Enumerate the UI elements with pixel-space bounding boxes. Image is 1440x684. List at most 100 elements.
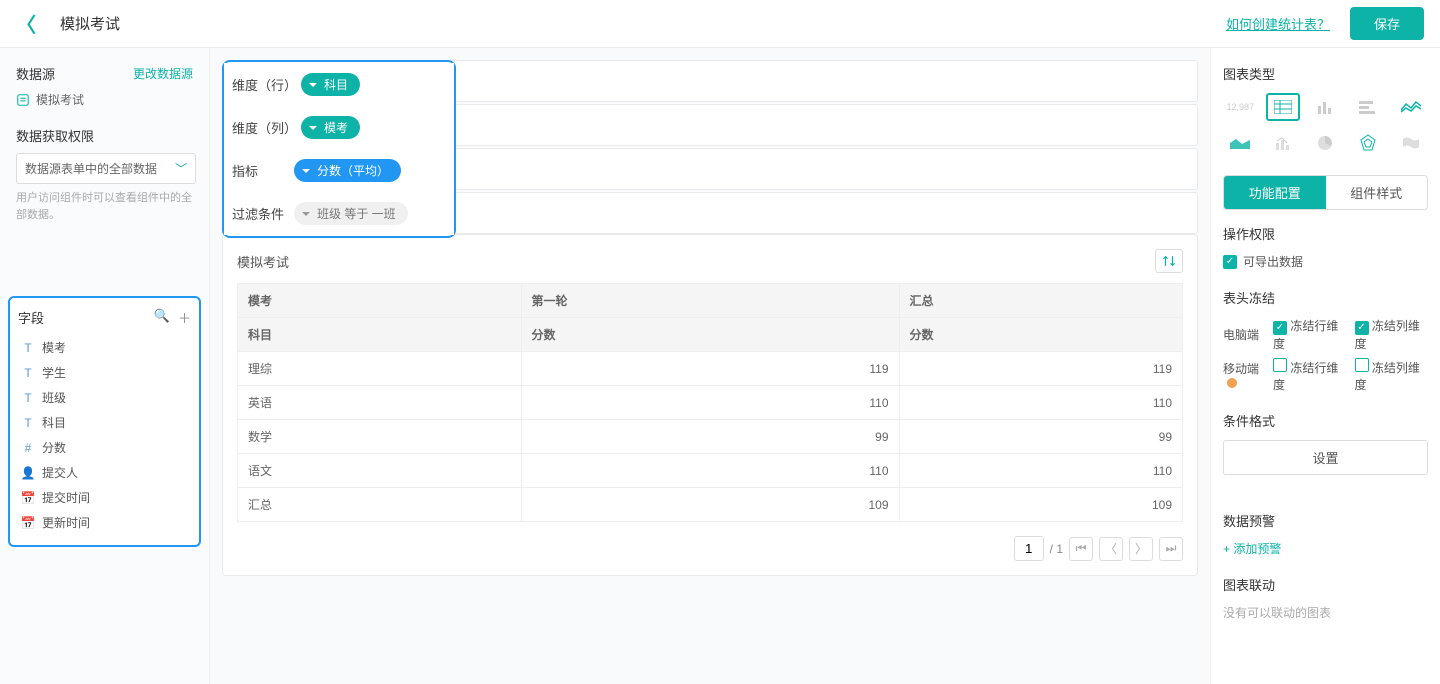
calendar-field-icon: 📅 (20, 516, 36, 530)
datasource-heading-label: 数据源 (16, 64, 55, 83)
add-field-icon[interactable]: ＋ (178, 308, 191, 327)
config-row-metric[interactable]: 指标 分数（平均） (224, 149, 454, 192)
field-label: 提交时间 (42, 489, 90, 506)
th: 科目 (238, 318, 522, 352)
filter-pill[interactable]: 班级 等于 一班 (294, 202, 408, 225)
field-label: 模考 (42, 339, 66, 356)
td: 119 (521, 352, 899, 386)
td: 语文 (238, 454, 522, 488)
tab-component-style[interactable]: 组件样式 (1326, 176, 1428, 209)
preview-card: 模拟考试 模考 第一轮 汇总 科目 分数 分数 (222, 234, 1198, 576)
field-label: 科目 (42, 414, 66, 431)
freeze-grid: 电脑端 ✓ 冻结行维度 ✓ 冻结列维度 移动端 冻结行维度 冻结列维度 (1223, 317, 1428, 393)
calendar-field-icon: 📅 (20, 491, 36, 505)
td: 109 (521, 488, 899, 522)
field-item[interactable]: T学生 (18, 360, 191, 385)
td: 99 (521, 420, 899, 454)
pager-current-input[interactable] (1014, 536, 1044, 561)
fields-panel: 字段 🔍 ＋ T模考 T学生 T班级 T科目 #分数 👤提交人 📅提交时间 📅更… (8, 296, 201, 547)
change-datasource-link[interactable]: 更改数据源 (133, 65, 193, 82)
config-row-dim-col[interactable]: 维度（列） 模考 (224, 106, 454, 149)
chart-type-table-icon[interactable] (1266, 93, 1301, 121)
td: 119 (899, 352, 1183, 386)
th: 分数 (521, 318, 899, 352)
field-item[interactable]: 👤提交人 (18, 460, 191, 485)
help-link[interactable]: 如何创建统计表？ (1226, 14, 1330, 33)
pager-first-icon[interactable]: ⏮ (1069, 537, 1093, 561)
chart-type-map-icon[interactable] (1393, 129, 1428, 157)
td: 110 (521, 454, 899, 488)
sort-button[interactable] (1155, 249, 1183, 273)
pager-last-icon[interactable]: ⏭ (1159, 537, 1183, 561)
pill-text: 班级 等于 一班 (317, 205, 396, 222)
th: 第一轮 (521, 284, 899, 318)
chart-type-number-icon[interactable]: 12,987 (1223, 93, 1258, 121)
export-data-label: 可导出数据 (1243, 253, 1303, 270)
freeze-pc-row-checkbox[interactable]: ✓ 冻结行维度 (1273, 317, 1347, 352)
warning-dot-icon (1227, 378, 1237, 388)
chart-type-line-icon[interactable] (1393, 93, 1428, 121)
field-label: 提交人 (42, 464, 78, 481)
field-item[interactable]: #分数 (18, 435, 191, 460)
tab-function-config[interactable]: 功能配置 (1224, 176, 1326, 209)
sort-icon (1162, 254, 1176, 268)
permission-select[interactable]: 数据源表单中的全部数据 ﹀ (16, 153, 196, 184)
text-field-icon: T (20, 416, 36, 430)
back-icon[interactable]: 〈 (16, 9, 36, 38)
chart-type-grid: 12,987 (1223, 93, 1428, 157)
td: 英语 (238, 386, 522, 420)
text-field-icon: T (20, 391, 36, 405)
td: 汇总 (238, 488, 522, 522)
datasource-item[interactable]: 模拟考试 (16, 91, 193, 108)
field-item[interactable]: 📅更新时间 (18, 510, 191, 535)
field-item[interactable]: T 班级 (18, 385, 191, 410)
cond-format-set-button[interactable]: 设置 (1223, 440, 1428, 475)
chart-type-area-icon[interactable] (1223, 129, 1258, 157)
alert-heading: 数据预警 (1223, 511, 1428, 530)
export-data-checkbox-row[interactable]: ✓ 可导出数据 (1223, 253, 1428, 270)
field-label: 班级 (42, 389, 66, 406)
table-row: 数学9999 (238, 420, 1183, 454)
form-icon (16, 93, 30, 107)
freeze-mobile-row-checkbox[interactable]: 冻结行维度 (1273, 358, 1347, 393)
chart-type-hbar-icon[interactable] (1351, 93, 1386, 121)
text-field-icon: T (20, 366, 36, 380)
chart-type-pie-icon[interactable] (1308, 129, 1343, 157)
freeze-mobile-col-checkbox[interactable]: 冻结列维度 (1355, 358, 1429, 393)
chart-type-radar-icon[interactable] (1351, 129, 1386, 157)
permission-heading: 数据获取权限 (16, 126, 193, 145)
left-sidebar: 数据源 更改数据源 模拟考试 数据获取权限 数据源表单中的全部数据 ﹀ 用户访问… (0, 48, 210, 684)
table-row: 理综119119 (238, 352, 1183, 386)
chart-type-combo-icon[interactable] (1266, 129, 1301, 157)
chart-type-bar-icon[interactable] (1308, 93, 1343, 121)
config-row-filter[interactable]: 过滤条件 班级 等于 一班 (224, 192, 454, 235)
freeze-pc-col-checkbox[interactable]: ✓ 冻结列维度 (1355, 317, 1429, 352)
td: 99 (899, 420, 1183, 454)
field-item[interactable]: 📅 提交时间 (18, 485, 191, 510)
table-row: 英语110110 (238, 386, 1183, 420)
field-item[interactable]: T 科目 (18, 410, 191, 435)
pill-text: 模考 (324, 119, 348, 136)
pager-next-icon[interactable]: 〉 (1129, 537, 1153, 561)
right-panel: 图表类型 12,987 功能配置 组件样式 操作权限 ✓ 可导出数据 表头冻结 (1210, 48, 1440, 684)
pager-prev-icon[interactable]: 〈 (1099, 537, 1123, 561)
field-item[interactable]: T模考 (18, 335, 191, 360)
td: 理综 (238, 352, 522, 386)
page-title: 模拟考试 (60, 13, 120, 34)
search-icon[interactable]: 🔍 (154, 308, 170, 327)
add-alert-link[interactable]: + 添加预警 (1223, 540, 1428, 557)
dimension-row-pill[interactable]: 科目 (301, 73, 360, 96)
dimension-config-box: 维度（行） 科目 维度（列） 模考 指标 分数（平均） 过滤条件 班级 等于 一… (222, 60, 456, 238)
dimension-col-pill[interactable]: 模考 (301, 116, 360, 139)
pager: / 1 ⏮ 〈 〉 ⏭ (237, 536, 1183, 561)
chevron-down-icon: ﹀ (175, 160, 187, 177)
td: 110 (899, 386, 1183, 420)
top-bar: 〈 模拟考试 如何创建统计表？ 保存 (0, 0, 1440, 48)
save-button[interactable]: 保存 (1350, 7, 1424, 40)
config-row-dim-row[interactable]: 维度（行） 科目 (224, 63, 454, 106)
freeze-heading: 表头冻结 (1223, 288, 1428, 307)
chart-link-heading: 图表联动 (1223, 575, 1428, 594)
table-header-row: 科目 分数 分数 (238, 318, 1183, 352)
pager-total: / 1 (1050, 542, 1063, 556)
metric-pill[interactable]: 分数（平均） (294, 159, 401, 182)
